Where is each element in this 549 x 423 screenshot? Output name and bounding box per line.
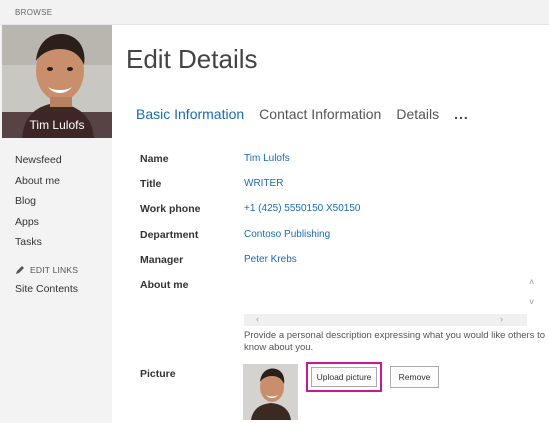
remove-picture-button[interactable]: Remove xyxy=(390,366,439,388)
field-value-title[interactable]: WRITER xyxy=(244,178,283,189)
nav-item-newsfeed[interactable]: Newsfeed xyxy=(15,153,62,174)
pencil-icon xyxy=(16,266,24,274)
ribbon: BROWSE xyxy=(0,0,549,25)
page-title: Edit Details xyxy=(126,44,258,74)
field-row-work-phone: Work phone +1 (425) 5550150 X50150 xyxy=(140,203,545,221)
tab-details[interactable]: Details xyxy=(396,106,439,122)
chevron-right-icon[interactable]: › xyxy=(500,315,503,324)
left-navigation: Tim Lulofs Newsfeed About me Blog Apps T… xyxy=(0,25,112,423)
field-row-title: Title WRITER xyxy=(140,178,545,196)
upload-picture-button[interactable]: Upload picture xyxy=(311,367,377,387)
chevron-down-icon[interactable]: ˅ xyxy=(529,298,534,307)
field-label: Manager xyxy=(140,254,184,266)
tab-basic-information[interactable]: Basic Information xyxy=(136,106,244,122)
upload-picture-highlight: Upload picture xyxy=(306,362,382,392)
nav-item-tasks[interactable]: Tasks xyxy=(15,235,62,256)
thumbnail-image xyxy=(243,364,298,420)
picture-thumbnail xyxy=(243,364,298,420)
chevron-left-icon[interactable]: ‹ xyxy=(256,315,259,324)
field-label: Name xyxy=(140,153,169,165)
tabs-more-button[interactable]: ... xyxy=(454,106,469,122)
field-row-manager: Manager Peter Krebs xyxy=(140,254,545,272)
field-label: About me xyxy=(140,279,189,291)
field-value-work-phone[interactable]: +1 (425) 5550150 X50150 xyxy=(244,203,361,214)
tab-bar: Basic Information Contact Information De… xyxy=(136,106,469,122)
field-value-manager[interactable]: Peter Krebs xyxy=(244,254,297,265)
edit-links-label: EDIT LINKS xyxy=(30,265,79,275)
field-label: Department xyxy=(140,229,199,241)
field-value-department[interactable]: Contoso Publishing xyxy=(244,229,330,240)
chevron-up-icon[interactable]: ˄ xyxy=(529,278,534,287)
horizontal-scrollbar[interactable]: ‹ › xyxy=(244,314,527,326)
picture-label: Picture xyxy=(140,368,176,380)
nav-item-about-me[interactable]: About me xyxy=(15,174,62,195)
profile-name: Tim Lulofs xyxy=(2,112,112,138)
profile-photo[interactable]: Tim Lulofs xyxy=(2,25,112,138)
field-value-name[interactable]: Tim Lulofs xyxy=(244,153,290,164)
field-label: Title xyxy=(140,178,162,190)
field-row-department: Department Contoso Publishing xyxy=(140,229,545,247)
nav-list: Newsfeed About me Blog Apps Tasks xyxy=(15,153,62,256)
edit-links[interactable]: EDIT LINKS xyxy=(15,265,78,275)
nav-item-blog[interactable]: Blog xyxy=(15,194,62,215)
field-label: Work phone xyxy=(140,203,201,215)
vertical-scrollbar[interactable]: ˄ ˅ xyxy=(527,276,539,314)
nav-item-apps[interactable]: Apps xyxy=(15,215,62,236)
site-contents-link[interactable]: Site Contents xyxy=(15,283,78,295)
ribbon-tab-browse[interactable]: BROWSE xyxy=(15,8,52,17)
about-me-help-text: Provide a personal description expressin… xyxy=(244,330,545,353)
about-me-textarea[interactable]: ˄ ˅ ‹ › xyxy=(244,276,539,326)
field-row-name: Name Tim Lulofs xyxy=(140,153,545,171)
tab-contact-information[interactable]: Contact Information xyxy=(259,106,381,122)
